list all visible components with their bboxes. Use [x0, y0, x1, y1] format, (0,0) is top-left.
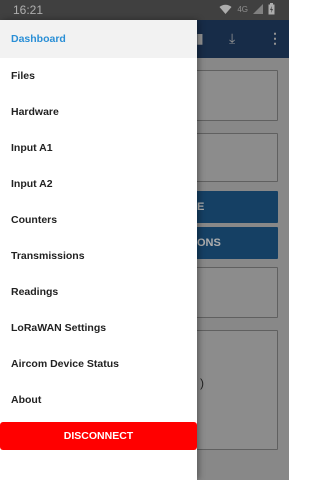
- menu-item-aircom-device-status[interactable]: Aircom Device Status: [0, 346, 197, 382]
- menu-item-about[interactable]: About: [0, 382, 197, 418]
- menu-item-readings[interactable]: Readings: [0, 274, 197, 310]
- menu-item-transmissions[interactable]: Transmissions: [0, 238, 197, 274]
- navigation-drawer: Dashboard Files Hardware Input A1 Input …: [0, 20, 197, 480]
- menu-item-files[interactable]: Files: [0, 58, 197, 94]
- menu-item-lorawan-settings[interactable]: LoRaWAN Settings: [0, 310, 197, 346]
- disconnect-button[interactable]: DISCONNECT: [0, 422, 197, 450]
- drawer-menu: Dashboard Files Hardware Input A1 Input …: [0, 20, 197, 418]
- menu-item-counters[interactable]: Counters: [0, 202, 197, 238]
- menu-item-input-a1[interactable]: Input A1: [0, 130, 197, 166]
- menu-item-input-a2[interactable]: Input A2: [0, 166, 197, 202]
- menu-item-dashboard[interactable]: Dashboard: [0, 20, 197, 58]
- menu-item-hardware[interactable]: Hardware: [0, 94, 197, 130]
